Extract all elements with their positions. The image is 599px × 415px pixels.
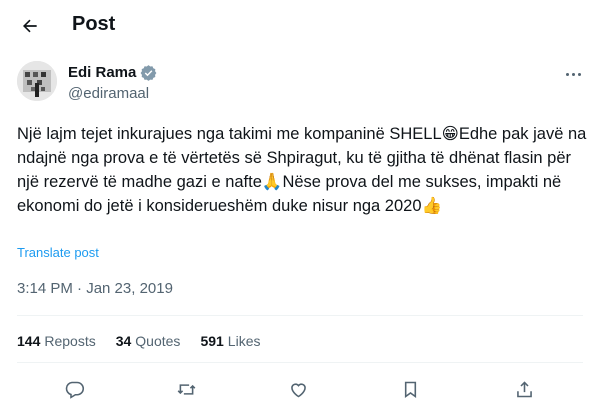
translate-post-link[interactable]: Translate post bbox=[17, 245, 99, 261]
quotes-label: Quotes bbox=[135, 333, 181, 349]
bookmark-button[interactable] bbox=[393, 372, 427, 406]
reply-button[interactable] bbox=[57, 372, 91, 406]
tweet-text: Një lajm tejet inkurajues nga takimi me … bbox=[17, 125, 587, 215]
back-arrow-icon bbox=[23, 19, 37, 33]
author-name-text: Edi Rama bbox=[68, 64, 137, 81]
verified-badge-icon[interactable] bbox=[140, 64, 157, 81]
share-icon bbox=[516, 380, 532, 397]
reposts-stat[interactable]: 144 Reposts bbox=[17, 332, 96, 350]
avatar-image bbox=[17, 61, 57, 101]
author-name[interactable]: Edi Rama bbox=[68, 63, 157, 82]
timestamp-link[interactable]: 3:14 PM · Jan 23, 2019 bbox=[17, 279, 173, 299]
back-button[interactable] bbox=[12, 8, 48, 44]
avatar[interactable] bbox=[17, 61, 57, 101]
likes-count: 591 bbox=[200, 333, 224, 349]
author-handle[interactable]: @ediramaal bbox=[68, 84, 149, 103]
reposts-label: Reposts bbox=[44, 333, 96, 349]
more-icon-dot bbox=[571, 72, 575, 76]
repost-button[interactable] bbox=[169, 372, 203, 406]
quotes-count: 34 bbox=[115, 333, 132, 349]
reposts-count: 144 bbox=[17, 333, 41, 349]
reply-icon bbox=[65, 381, 84, 399]
more-icon-dot bbox=[565, 72, 569, 76]
likes-label: Likes bbox=[227, 333, 261, 349]
quotes-stat[interactable]: 34 Quotes bbox=[116, 332, 181, 350]
stats-bar: 144 Reposts 34 Quotes 591 Likes bbox=[17, 332, 280, 350]
like-icon bbox=[290, 382, 306, 397]
likes-stat[interactable]: 591 Likes bbox=[200, 332, 260, 350]
repost-icon bbox=[177, 383, 195, 395]
page-title: Post bbox=[72, 13, 116, 35]
more-icon-dot bbox=[577, 72, 581, 76]
more-button[interactable] bbox=[558, 62, 588, 86]
share-button[interactable] bbox=[507, 372, 541, 406]
like-button[interactable] bbox=[281, 372, 315, 406]
header: Post bbox=[0, 0, 599, 52]
action-bar bbox=[0, 372, 599, 406]
divider bbox=[17, 362, 583, 363]
bookmark-icon bbox=[404, 381, 416, 398]
divider bbox=[17, 315, 583, 316]
